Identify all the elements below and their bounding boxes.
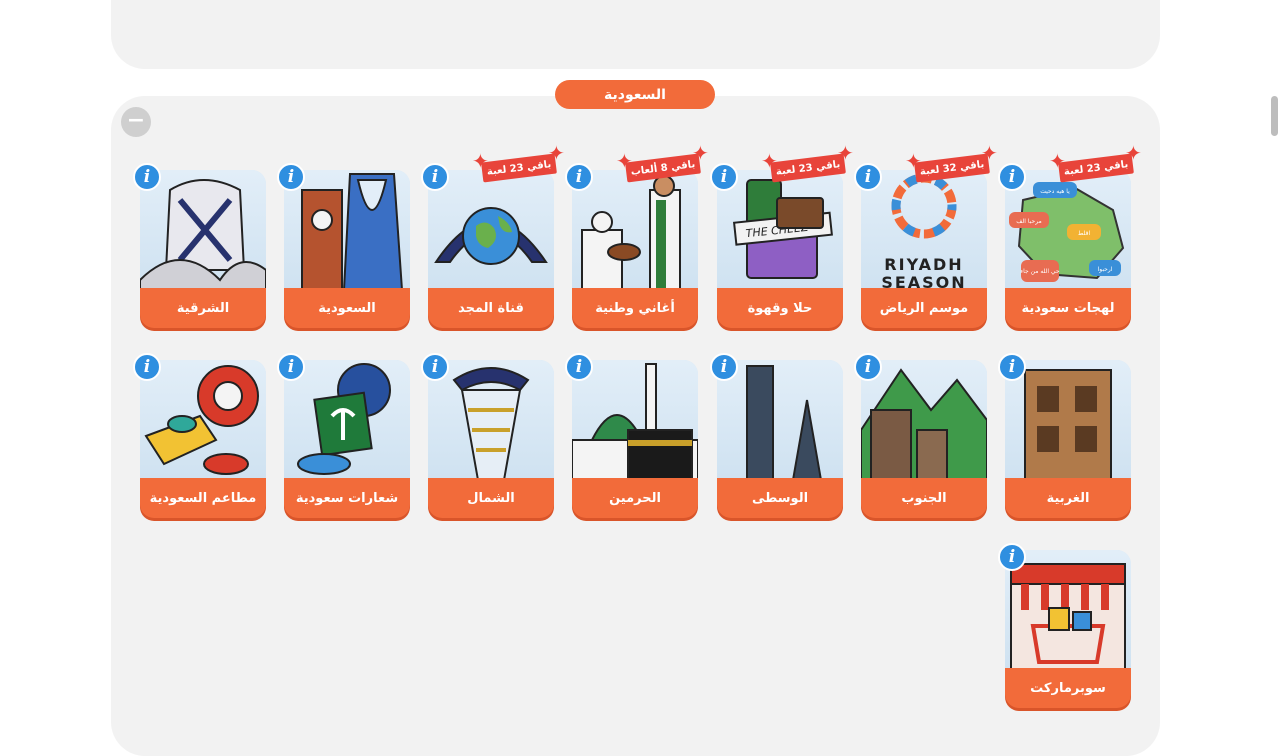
sparkle-icon: ✦ <box>837 141 854 165</box>
badge-text: باقي 23 لعبة <box>1058 153 1134 183</box>
category-card-haramain[interactable]: الحرمين i <box>565 353 698 518</box>
sparkle-icon: ✦ <box>692 141 709 165</box>
saudi-logos-image <box>284 360 410 480</box>
collapse-button[interactable]: − <box>121 107 151 137</box>
info-icon[interactable]: i <box>277 163 305 191</box>
badge-text: باقي 23 لعبة <box>770 153 846 183</box>
riyadh-season-image: RIYADH SEASON <box>861 170 987 290</box>
sweets-coffee-image: THE CHEEZ <box>717 170 843 290</box>
info-icon[interactable]: i <box>854 353 882 381</box>
eastern-region-image <box>140 170 266 290</box>
badge-text: باقي 32 لعبة <box>914 153 990 183</box>
category-card-riyadh-season[interactable]: RIYADH SEASON موسم الرياض i ✦ باقي 32 لع… <box>854 143 998 328</box>
scrollbar-thumb[interactable] <box>1271 96 1278 136</box>
info-icon[interactable]: i <box>565 163 593 191</box>
info-icon[interactable]: i <box>277 353 305 381</box>
dialect-bubble-3: اقلط <box>1078 230 1091 237</box>
info-icon[interactable]: i <box>998 353 1026 381</box>
category-card-almajd-channel[interactable]: قناة المجد i ✦ باقي 23 لعبة ✦ <box>421 143 565 328</box>
remaining-games-badge: ✦ باقي 23 لعبة ✦ <box>1049 143 1142 183</box>
dialect-bubble-1: يا هيه دحيت <box>1040 188 1070 195</box>
info-icon[interactable]: i <box>854 163 882 191</box>
sparkle-icon: ✦ <box>1125 141 1142 165</box>
previous-section-panel <box>111 0 1160 69</box>
dialect-bubble-5: ارحبوا <box>1098 266 1113 273</box>
card-label: الحرمين <box>572 478 698 518</box>
almajd-channel-image <box>428 170 554 290</box>
category-card-eastern[interactable]: الشرقية i <box>133 163 266 328</box>
category-card-national-songs[interactable]: أغاني وطنية i ✦ باقي 8 ألعاب ✦ <box>565 143 709 328</box>
card-label: شعارات سعودية <box>284 478 410 518</box>
info-icon[interactable]: i <box>998 163 1026 191</box>
section-title[interactable]: السعودية <box>555 80 715 109</box>
remaining-games-badge: ✦ باقي 23 لعبة ✦ <box>761 143 854 183</box>
dialects-map-image: يا هيه دحيت مرحبا الف اقلط حي الله من جا… <box>1005 170 1131 290</box>
category-card-sweets-coffee[interactable]: THE CHEEZ حلا وقهوة i ✦ باقي 23 لعبة ✦ <box>710 143 854 328</box>
badge-text: باقي 8 ألعاب <box>625 153 701 183</box>
remaining-games-badge: ✦ باقي 8 ألعاب ✦ <box>616 143 709 183</box>
remaining-games-badge: ✦ باقي 23 لعبة ✦ <box>472 143 565 183</box>
sparkle-icon: ✦ <box>548 141 565 165</box>
card-label: الجنوب <box>861 478 987 518</box>
card-label: أغاني وطنية <box>572 288 698 328</box>
north-region-image <box>428 360 554 480</box>
south-region-image <box>861 360 987 480</box>
category-card-dialects[interactable]: يا هيه دحيت مرحبا الف اقلط حي الله من جا… <box>998 143 1142 328</box>
category-card-saudi[interactable]: السعودية i <box>277 163 410 328</box>
card-label: الغربية <box>1005 478 1131 518</box>
sparkle-icon: ✦ <box>981 141 998 165</box>
info-icon[interactable]: i <box>421 353 449 381</box>
card-label: مطاعم السعودية <box>140 478 266 518</box>
national-songs-image <box>572 170 698 290</box>
card-label: الوسطى <box>717 478 843 518</box>
card-label: حلا وقهوة <box>717 288 843 328</box>
info-icon[interactable]: i <box>710 163 738 191</box>
category-card-north[interactable]: الشمال i <box>421 353 554 518</box>
info-icon[interactable]: i <box>565 353 593 381</box>
info-icon[interactable]: i <box>998 543 1026 571</box>
category-card-south[interactable]: الجنوب i <box>854 353 987 518</box>
info-icon[interactable]: i <box>133 353 161 381</box>
info-icon[interactable]: i <box>133 163 161 191</box>
card-label: الشمال <box>428 478 554 518</box>
saudi-landmarks-image <box>284 170 410 290</box>
haramain-image <box>572 360 698 480</box>
saudi-restaurants-image <box>140 360 266 480</box>
card-label: سوبرماركت <box>1005 668 1131 708</box>
central-region-image <box>717 360 843 480</box>
category-card-western[interactable]: الغربية i <box>998 353 1131 518</box>
card-label: الشرقية <box>140 288 266 328</box>
category-card-saudi-logos[interactable]: شعارات سعودية i <box>277 353 410 518</box>
info-icon[interactable]: i <box>421 163 449 191</box>
category-card-supermarket[interactable]: سوبرماركت i <box>998 543 1131 708</box>
supermarket-image <box>1005 550 1131 670</box>
badge-text: باقي 23 لعبة <box>481 153 557 183</box>
info-icon[interactable]: i <box>710 353 738 381</box>
card-label: موسم الرياض <box>861 288 987 328</box>
card-label: السعودية <box>284 288 410 328</box>
dialect-bubble-2: مرحبا الف <box>1016 218 1042 225</box>
card-label: قناة المجد <box>428 288 554 328</box>
riyadh-art-text: RIYADH <box>884 255 963 274</box>
category-card-central[interactable]: الوسطى i <box>710 353 843 518</box>
category-card-saudi-restaurants[interactable]: مطاعم السعودية i <box>133 353 266 518</box>
western-region-image <box>1005 360 1131 480</box>
remaining-games-badge: ✦ باقي 32 لعبة ✦ <box>905 143 998 183</box>
dialect-bubble-4: حي الله من جاء <box>1020 268 1060 275</box>
card-label: لهجات سعودية <box>1005 288 1131 328</box>
